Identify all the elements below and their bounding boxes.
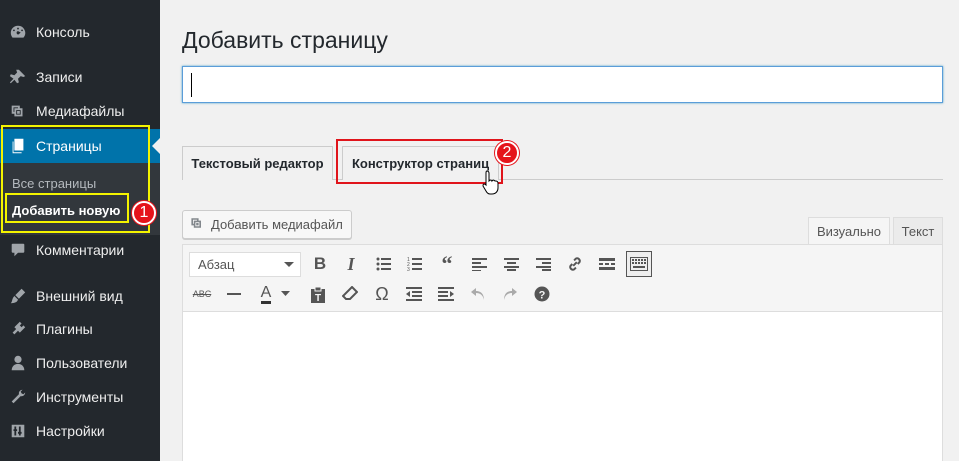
- add-media-button[interactable]: Добавить медиафайл: [182, 210, 352, 239]
- sidebar-item-pages[interactable]: Страницы: [0, 129, 160, 163]
- sidebar-item-media[interactable]: Медиафайлы: [0, 94, 160, 128]
- tab-page-builder[interactable]: Конструктор страниц: [342, 146, 499, 180]
- special-character-icon[interactable]: Ω: [369, 281, 395, 307]
- numbered-list-icon[interactable]: 123: [402, 251, 428, 277]
- sidebar-item-label: Плагины: [36, 321, 93, 337]
- hand-cursor-icon: [482, 170, 499, 195]
- sidebar-item-label: Инструменты: [36, 389, 124, 405]
- chevron-down-icon: [284, 262, 294, 272]
- help-icon[interactable]: ?: [529, 281, 555, 307]
- outdent-icon[interactable]: [401, 281, 427, 307]
- sidebar-item-dashboard[interactable]: Консоль: [0, 15, 160, 49]
- align-left-icon[interactable]: [466, 251, 492, 277]
- add-media-label: Добавить медиафайл: [211, 217, 343, 232]
- bold-icon[interactable]: B: [307, 251, 333, 277]
- text-caret: [191, 73, 192, 97]
- sidebar-item-appearance[interactable]: Внешний вид: [0, 279, 160, 313]
- align-center-icon[interactable]: [498, 251, 524, 277]
- sidebar-item-label: Консоль: [36, 24, 90, 40]
- tab-visual[interactable]: Визуально: [808, 217, 890, 245]
- sidebar-item-label: Настройки: [36, 423, 105, 439]
- svg-text:T: T: [315, 293, 321, 303]
- svg-text:?: ?: [539, 290, 546, 302]
- pages-icon: [0, 137, 36, 155]
- bullet-list-icon[interactable]: [371, 251, 397, 277]
- format-select-value: Абзац: [198, 257, 235, 272]
- page-title: Добавить страницу: [182, 27, 388, 53]
- brush-icon: [0, 287, 36, 305]
- format-select[interactable]: Абзац: [189, 252, 301, 277]
- toolbar-toggle-icon[interactable]: [626, 251, 652, 277]
- plugin-icon: [0, 320, 36, 338]
- sidebar-item-label: Записи: [36, 69, 83, 85]
- horizontal-line-icon[interactable]: [221, 281, 247, 307]
- clear-formatting-icon[interactable]: [337, 281, 363, 307]
- sidebar-item-label: Пользователи: [36, 355, 128, 371]
- sidebar-item-settings[interactable]: Настройки: [0, 414, 160, 448]
- sidebar-item-label: Внешний вид: [36, 288, 123, 304]
- content-editor: Абзац B I 123 “ ABC A T Ω ?: [182, 244, 943, 461]
- editor-toolbar: Абзац B I 123 “ ABC A T Ω ?: [183, 245, 942, 312]
- admin-sidebar: Консоль Записи Медиафайлы Страницы Все с…: [0, 0, 160, 461]
- step-badge-2: 2: [495, 141, 519, 165]
- sidebar-item-tools[interactable]: Инструменты: [0, 380, 160, 414]
- svg-text:3: 3: [407, 267, 410, 271]
- media-icon: [0, 102, 36, 120]
- blockquote-icon[interactable]: “: [434, 251, 460, 277]
- pages-submenu: Все страницы Добавить новую: [0, 163, 160, 235]
- wrench-icon: [0, 388, 36, 406]
- sidebar-item-label: Комментарии: [36, 242, 125, 258]
- undo-icon[interactable]: [465, 281, 491, 307]
- sidebar-item-plugins[interactable]: Плагины: [0, 312, 160, 346]
- link-icon[interactable]: [562, 251, 588, 277]
- text-color-icon[interactable]: A: [253, 281, 279, 307]
- italic-icon[interactable]: I: [338, 251, 364, 277]
- sidebar-item-label: Страницы: [36, 138, 102, 154]
- read-more-icon[interactable]: [594, 251, 620, 277]
- tab-text[interactable]: Текст: [893, 217, 943, 245]
- media-icon: [189, 215, 205, 234]
- indent-icon[interactable]: [433, 281, 459, 307]
- user-icon: [0, 354, 36, 372]
- paste-text-icon[interactable]: T: [305, 281, 331, 307]
- comment-icon: [0, 241, 36, 259]
- page-title-input[interactable]: [182, 66, 943, 103]
- text-color-dropdown-icon[interactable]: [278, 281, 292, 307]
- tab-text-editor[interactable]: Текстовый редактор: [182, 146, 333, 180]
- dashboard-icon: [0, 23, 36, 41]
- sidebar-item-posts[interactable]: Записи: [0, 60, 160, 94]
- step-badge-1: 1: [132, 201, 156, 225]
- pin-icon: [0, 68, 36, 86]
- sidebar-item-users[interactable]: Пользователи: [0, 346, 160, 380]
- strikethrough-icon[interactable]: ABC: [189, 281, 215, 307]
- submenu-add-new[interactable]: Добавить новую: [12, 203, 120, 218]
- sidebar-item-comments[interactable]: Комментарии: [0, 233, 160, 267]
- align-right-icon[interactable]: [530, 251, 556, 277]
- sidebar-item-label: Медиафайлы: [36, 103, 125, 119]
- settings-icon: [0, 422, 36, 440]
- submenu-all-pages[interactable]: Все страницы: [12, 176, 96, 191]
- redo-icon[interactable]: [497, 281, 523, 307]
